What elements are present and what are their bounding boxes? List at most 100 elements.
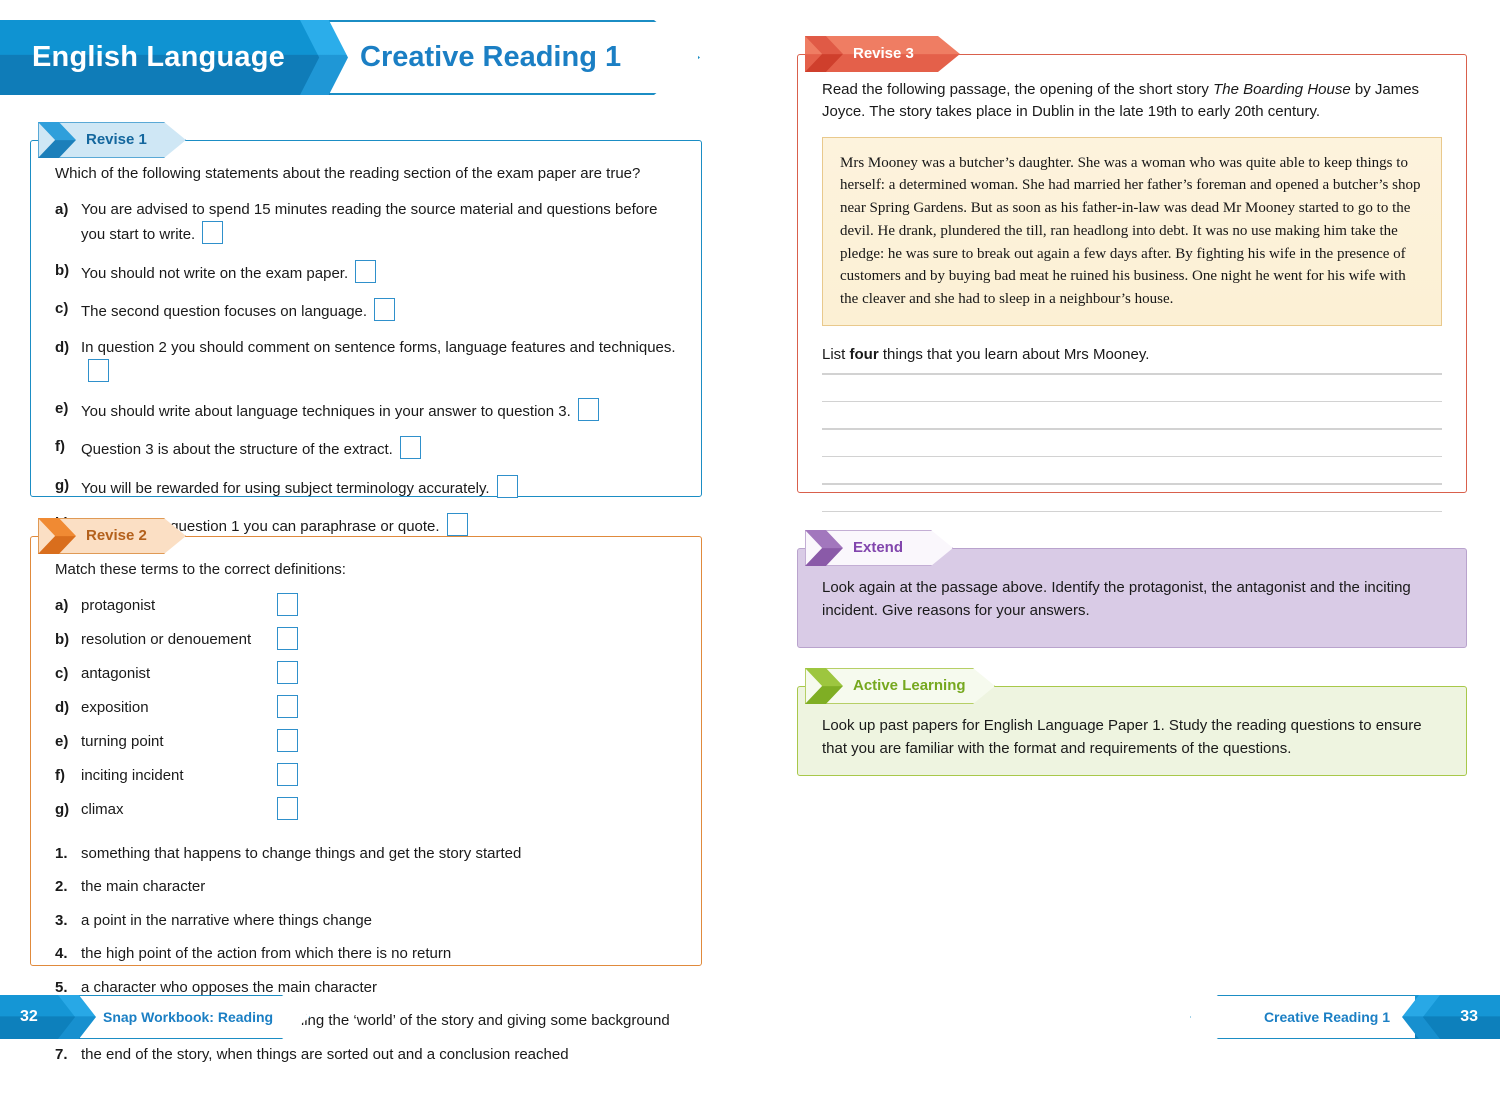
revise-1-tab-label: Revise 1 (86, 131, 147, 148)
statement-checkbox[interactable] (88, 359, 109, 383)
active-learning-tab: Active Learning (805, 668, 995, 704)
statement-checkbox[interactable] (577, 397, 599, 421)
term-checkbox[interactable] (277, 796, 298, 820)
definition-number: 3. (55, 911, 68, 929)
revise-1-statement: b) You should not write on the exam paper… (55, 259, 677, 286)
statement-text: The second question focuses on language. (81, 303, 368, 321)
revise-2-definition: 4. the high point of the action from whic… (55, 943, 677, 966)
revise-1-statement: c) The second question focuses on languag… (55, 298, 677, 324)
revise-1-panel: Which of the following statements about … (30, 122, 702, 614)
footer-right: Creative Reading 1 33 (1180, 995, 1500, 1039)
answer-line[interactable] (822, 455, 1442, 458)
statement-checkbox[interactable] (374, 298, 396, 322)
term-checkbox[interactable] (277, 694, 298, 718)
statement-checkbox[interactable] (399, 436, 421, 460)
term-letter: f) (55, 766, 65, 784)
definition-text: the main character (81, 878, 206, 896)
revise-1-statement: e) You should write about language techni… (55, 397, 677, 424)
question-emphasis: four (849, 346, 879, 364)
statement-text: In question 2 you should comment on sent… (81, 338, 676, 356)
statement-letter: f) (55, 438, 65, 456)
term-letter: d) (55, 698, 70, 716)
answer-line[interactable] (822, 373, 1442, 375)
footer-right-label: Creative Reading 1 (1263, 1009, 1390, 1025)
revise-1-body: Which of the following statements about … (30, 140, 702, 614)
answer-line[interactable] (822, 483, 1442, 485)
definition-text: the high point of the action from which … (81, 945, 452, 963)
term-checkbox[interactable] (277, 592, 298, 616)
revise-3-intro: Read the following passage, the opening … (822, 79, 1442, 123)
footer-left-page-number: 32 (20, 1008, 38, 1025)
statement-checkbox[interactable] (496, 474, 518, 498)
page-title: Creative Reading 1 (360, 41, 622, 73)
extend-panel: Look again at the passage above. Identif… (797, 530, 1467, 648)
revise-2-definition: 2. the main character (55, 876, 677, 899)
term-checkbox[interactable] (277, 626, 298, 650)
story-title: The Boarding House (1213, 81, 1351, 98)
term-text: climax (81, 800, 124, 818)
statement-letter: c) (55, 300, 69, 318)
term-text: protagonist (81, 596, 156, 614)
revise-1-lead: Which of the following statements about … (55, 165, 641, 182)
active-learning-panel: Look up past papers for English Language… (797, 668, 1467, 776)
term-text: turning point (81, 732, 164, 750)
header-subject-title: English Language (32, 41, 285, 73)
revise-1-tab: Revise 1 (38, 122, 186, 158)
term-letter: b) (55, 630, 70, 648)
term-checkbox[interactable] (277, 728, 298, 752)
term-text: exposition (81, 698, 149, 716)
term-text: inciting incident (81, 766, 184, 784)
definition-number: 2. (55, 878, 68, 896)
footer-left: 32 Snap Workbook: Reading (0, 995, 320, 1039)
statement-text: You should not write on the exam paper. (81, 264, 349, 282)
statement-text: You should write about language techniqu… (81, 402, 571, 420)
revise-2-definition: 3. a point in the narrative where things … (55, 910, 677, 933)
statement-checkbox[interactable] (202, 221, 224, 245)
term-letter: g) (55, 800, 70, 818)
revise-2-panel: Match these terms to the correct definit… (30, 518, 702, 1063)
answer-line[interactable] (822, 400, 1442, 403)
revise-1-statement: a) You are advised to spend 15 minutes re… (55, 199, 677, 247)
definition-text: a point in the narrative where things ch… (81, 911, 373, 929)
statement-letter: b) (55, 261, 70, 279)
revise-3-question: List four things that you learn about Mr… (822, 346, 1442, 363)
extend-tab: Extend (805, 530, 953, 566)
revise-2-definition: 7. the end of the story, when things are … (55, 1044, 677, 1067)
revise-2-term: b) resolution or denouement (55, 626, 677, 652)
term-checkbox[interactable] (277, 762, 298, 786)
statement-letter: a) (55, 200, 69, 218)
revise-2-definition: 1. something that happens to change thing… (55, 843, 677, 866)
term-letter: e) (55, 732, 69, 750)
revise-2-tab: Revise 2 (38, 518, 186, 554)
revise-2-term: c) antagonist (55, 660, 677, 686)
question-part2: things that you learn about Mrs Mooney. (878, 346, 1150, 364)
statement-letter: e) (55, 399, 69, 417)
extend-tab-label: Extend (853, 539, 904, 556)
definition-text: a character who opposes the main charact… (81, 978, 377, 996)
active-learning-tab-label: Active Learning (853, 677, 966, 694)
footer-right-page-number: 33 (1460, 1008, 1478, 1025)
definition-number: 1. (55, 844, 68, 862)
passage-extract: Mrs Mooney was a butcher’s daughter. She… (822, 136, 1442, 327)
footer-left-label: Snap Workbook: Reading (103, 1009, 274, 1025)
term-checkbox[interactable] (277, 660, 298, 684)
revise-3-intro-part1: Read the following passage, the opening … (822, 81, 1214, 98)
term-text: resolution or denouement (81, 630, 252, 648)
revise-3-tab: Revise 3 (805, 36, 960, 72)
extend-text: Look again at the passage above. Identif… (822, 579, 1411, 619)
statement-checkbox[interactable] (355, 259, 377, 283)
active-learning-text: Look up past papers for English Language… (822, 717, 1422, 757)
answer-line[interactable] (822, 428, 1442, 430)
revise-2-body: Match these terms to the correct definit… (30, 536, 702, 1063)
term-letter: a) (55, 596, 69, 614)
statement-text: Question 3 is about the structure of the… (81, 441, 393, 459)
revise-3-body: Read the following passage, the opening … (797, 54, 1467, 513)
revise-2-term: g) climax (55, 796, 677, 822)
revise-3-tab-label: Revise 3 (853, 45, 914, 62)
revise-2-term: d) exposition (55, 694, 677, 720)
term-letter: c) (55, 664, 69, 682)
answer-lines[interactable] (822, 373, 1442, 513)
revise-1-statement: f) Question 3 is about the structure of t… (55, 436, 677, 462)
revise-2-term: a) protagonist (55, 592, 677, 618)
answer-line[interactable] (822, 510, 1442, 513)
